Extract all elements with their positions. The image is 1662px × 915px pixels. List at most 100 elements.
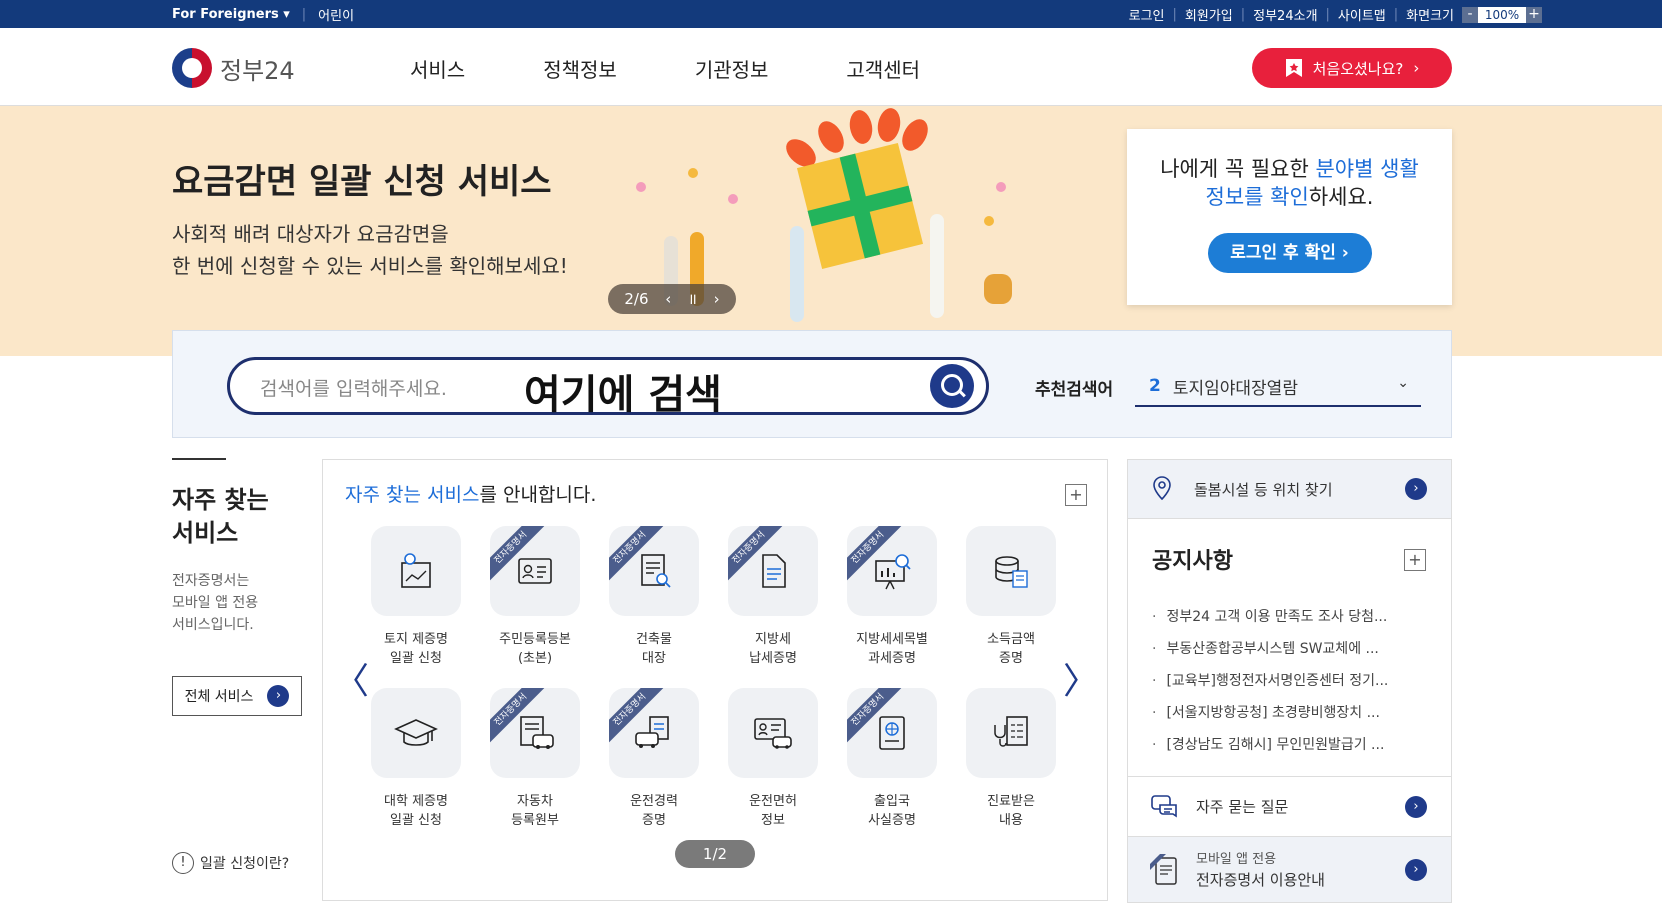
zoom-out-button[interactable]: - (1462, 6, 1478, 23)
signup-link[interactable]: 회원가입 (1185, 5, 1233, 24)
service-label-line: (초본) (517, 651, 553, 666)
map-pin-document-icon (401, 553, 431, 588)
service-item[interactable]: 전자증명서지방세세목별 과세증명 (847, 526, 937, 668)
nav-services[interactable]: 서비스 (410, 54, 465, 83)
section-rule (172, 458, 226, 460)
service-icon-tile: 전자증명서 (847, 526, 937, 616)
services-more-button[interactable]: + (1065, 484, 1087, 506)
car-document-icon (520, 716, 554, 749)
nav-policy[interactable]: 정책정보 (543, 54, 617, 83)
notice-item[interactable]: 부동산종합공부시스템 SW교체에 ... (1152, 633, 1442, 665)
recommended-keyword-dropdown[interactable]: 2 토지임야대장열람 ⌄ (1135, 367, 1421, 407)
notice-item[interactable]: [경상남도 김해시] 무인민원발급기 ... (1152, 729, 1442, 761)
notice-item[interactable]: [교육부]행정전자서명인증센터 정기... (1152, 665, 1442, 697)
document-icon (762, 554, 786, 588)
banner-pause-icon[interactable]: ॥ (688, 289, 697, 309)
passport-icon (879, 716, 905, 750)
top-utility-bar: For Foreigners ▾ | 어린이 로그인 | 회원가입 | 정부24… (0, 0, 1662, 28)
bookmark-star-icon (1285, 59, 1302, 77)
card-text: 나에게 꼭 필요한 분야별 생활 정보를 확인하세요. (1127, 155, 1452, 211)
service-item[interactable]: 전자증명서 지방세 납세증명 (728, 526, 818, 668)
banner-prev-icon[interactable]: ‹ (665, 290, 671, 308)
nav-customer-center[interactable]: 고객센터 (846, 54, 920, 83)
service-item[interactable]: 진료받은내용 (966, 688, 1056, 830)
rec-term: 토지임야대장열람 (1172, 378, 1298, 399)
notice-more-button[interactable]: + (1404, 549, 1426, 571)
service-icon-tile (966, 526, 1056, 616)
exclamation-icon: ! (172, 852, 194, 874)
service-item[interactable]: 전자증명서 출입국 사실증명 (847, 688, 937, 830)
service-label-line: 등록원부 (511, 813, 559, 828)
recommended-label: 추천검색어 (1035, 380, 1114, 400)
service-label-line: 대장 (642, 651, 666, 666)
arrow-right-icon: › (1405, 858, 1427, 881)
divider: | (1172, 7, 1177, 22)
service-item[interactable]: 대학 제증명 일괄 신청 (371, 688, 461, 830)
service-icon-tile (966, 688, 1056, 778)
login-check-button[interactable]: 로그인 후 확인 › (1207, 233, 1372, 273)
faq-link[interactable]: 자주 묻는 질문 › (1127, 777, 1452, 837)
sitemap-link[interactable]: 사이트맵 (1338, 5, 1386, 24)
service-label-line: 운전면허 (749, 794, 797, 809)
site-logo[interactable]: 정부24 (172, 48, 295, 88)
title-line: 자주 찾는 (172, 486, 269, 514)
service-icon-tile: 전자증명서 (728, 526, 818, 616)
arrow-right-icon: › (1405, 478, 1427, 500)
section-title: 자주 찾는 서비스 (172, 484, 302, 550)
search-icon[interactable] (930, 364, 974, 408)
service-item[interactable]: 전자증명서주민등록등본 (초본) (490, 526, 580, 668)
service-item[interactable]: 운전면허 정보 (728, 688, 818, 830)
heading-highlight: 자주 찾는 서비스 (345, 484, 480, 506)
banner-desc-line: 한 번에 신청할 수 있는 서비스를 확인해보세요! (172, 254, 568, 278)
all-services-button[interactable]: 전체 서비스 › (172, 676, 302, 716)
mobile-guide-sub: 모바일 앱 전용 (1196, 851, 1277, 867)
service-item[interactable]: 전자증명서 운전경력 증명 (609, 688, 699, 830)
banner-desc-line: 사회적 배려 대상자가 요금감면을 (172, 222, 449, 246)
divider: | (1240, 7, 1246, 22)
first-visit-button[interactable]: 처음오셨나요? › (1252, 48, 1452, 88)
service-label-line: 진료받은 (987, 794, 1035, 809)
services-pager: 1/2 (675, 840, 755, 868)
login-link[interactable]: 로그인 (1129, 5, 1165, 24)
service-label-line: 대학 제증명 (384, 794, 448, 809)
service-label: 출입국 사실증명 (847, 792, 937, 830)
service-item[interactable]: 토지 제증명 일괄 신청 (371, 526, 461, 668)
service-label: 지방세세목별 과세증명 (847, 630, 937, 668)
notice-item[interactable]: 정부24 고객 이용 만족도 조사 당첨... (1152, 601, 1442, 633)
facility-locator-link[interactable]: 돌봄시설 등 위치 찾기 › (1127, 459, 1452, 519)
card-text-part: 하세요. (1308, 185, 1374, 209)
nav-agency[interactable]: 기관정보 (695, 54, 769, 83)
for-foreigners-link[interactable]: For Foreigners ▾ (172, 7, 290, 22)
zoom-in-button[interactable]: + (1526, 6, 1542, 23)
service-item[interactable]: 전자증명서 건축물 대장 (609, 526, 699, 668)
service-item[interactable]: 전자증명서 자동차 등록원부 (490, 688, 580, 830)
service-label-line: 내용 (999, 813, 1023, 828)
zoom-label: 화면크기 (1406, 9, 1454, 24)
services-prev-icon[interactable]: 〈 (333, 652, 369, 704)
service-label: 건축물 대장 (609, 630, 699, 668)
banner-title: 요금감면 일괄 신청 서비스 (172, 162, 552, 202)
kids-link[interactable]: 어린이 (318, 5, 354, 24)
mobile-certificate-guide-link[interactable]: 모바일 앱 전용 전자증명서 이용안내 › (1127, 837, 1452, 903)
notice-title: 공지사항 (1152, 549, 1233, 574)
service-label-line: 지방세 (755, 632, 791, 647)
service-item[interactable]: 소득금액 증명 (966, 526, 1056, 668)
banner-next-icon[interactable]: › (714, 290, 720, 308)
notice-item[interactable]: [서울지방항공청] 초경량비행장치 ... (1152, 697, 1442, 729)
service-label: 자동차등록원부 (490, 792, 580, 830)
search-placeholder: 검색어를 입력해주세요. (260, 378, 447, 400)
chevron-right-icon: › (1413, 59, 1420, 77)
search-input[interactable]: 검색어를 입력해주세요. 여기에 검색 (227, 357, 989, 418)
service-icon-tile: 전자증명서 (490, 526, 580, 616)
service-label: 주민등록등본 (초본) (490, 630, 580, 668)
service-label-line: 자동차 (517, 794, 553, 809)
about-link[interactable]: 정부24소개 (1253, 5, 1317, 24)
service-label-line: 주민등록등본 (499, 632, 571, 647)
service-label-line: 일괄 신청 (390, 651, 442, 666)
service-label-line: 운전경력 (630, 794, 678, 809)
card-text-highlight: 분야별 생활 (1315, 157, 1419, 181)
chevron-down-icon: ⌄ (1397, 375, 1409, 391)
divider: | (1325, 7, 1330, 22)
logo-text: 정부24 (220, 56, 295, 85)
bulk-apply-help-link[interactable]: ! 일괄 신청이란? (172, 852, 312, 874)
